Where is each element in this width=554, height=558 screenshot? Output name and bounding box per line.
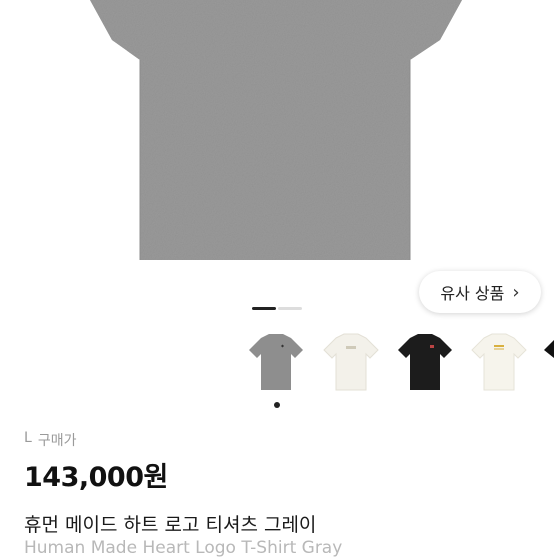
similar-products-label: 유사 상품 bbox=[440, 284, 505, 303]
thumb-cream[interactable] bbox=[466, 330, 532, 396]
similar-products-button[interactable]: 유사 상품 › bbox=[419, 271, 541, 313]
product-title-en: Human Made Heart Logo T-Shirt Gray bbox=[24, 538, 343, 558]
thumb-white[interactable] bbox=[318, 330, 384, 396]
thumb-black[interactable] bbox=[392, 330, 458, 396]
size-label: L bbox=[24, 430, 32, 446]
price: 143,000원 bbox=[24, 462, 168, 493]
price-type-label: 구매가 bbox=[37, 433, 77, 449]
pager-inactive bbox=[278, 307, 302, 310]
thumb-partial[interactable] bbox=[540, 330, 554, 396]
product-title-ko: 휴먼 메이드 하트 로고 티셔츠 그레이 bbox=[24, 514, 317, 536]
thumb-gray[interactable] bbox=[243, 330, 309, 396]
tshirt-image bbox=[90, 0, 462, 260]
pager-active bbox=[252, 307, 276, 310]
product-image[interactable] bbox=[0, 0, 554, 300]
thumbnail-strip bbox=[0, 330, 554, 400]
selected-thumb-indicator bbox=[274, 402, 280, 408]
chevron-right-icon: › bbox=[512, 281, 520, 303]
size-price-type: L 구매가 bbox=[24, 430, 76, 450]
